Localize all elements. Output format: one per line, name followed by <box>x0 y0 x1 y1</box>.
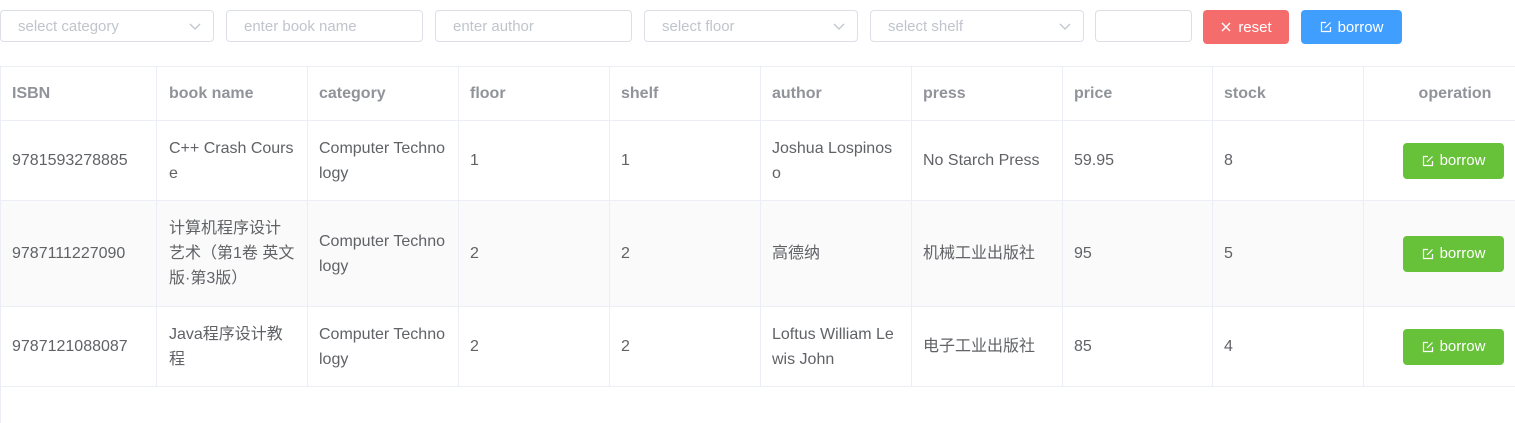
header-author[interactable]: author <box>761 67 912 120</box>
book-name-input[interactable]: enter book name <box>226 10 423 42</box>
cell-press: No Starch Press <box>912 121 1063 200</box>
row-borrow-button[interactable]: borrow <box>1403 142 1504 179</box>
cell-author: Joshua Lospinoso <box>761 121 912 200</box>
cell-stock: 5 <box>1213 201 1364 306</box>
row-borrow-label: borrow <box>1439 338 1486 355</box>
edit-icon <box>1422 155 1433 166</box>
author-input[interactable]: enter author <box>435 10 632 42</box>
cell-press: 机械工业出版社 <box>912 201 1063 306</box>
cell-operation: borrow <box>1364 201 1515 306</box>
cell-author: 高德纳 <box>761 201 912 306</box>
shelf-select[interactable]: select shelf <box>870 10 1084 42</box>
cell-price: 95 <box>1063 201 1213 306</box>
cell-price: 59.95 <box>1063 121 1213 200</box>
cell-shelf: 2 <box>610 201 761 306</box>
table-row: 9781593278885 C++ Crash Course Computer … <box>1 121 1515 201</box>
cell-book-name: Java程序设计教程 <box>157 307 308 386</box>
edit-icon <box>1422 341 1433 352</box>
cell-book-name: C++ Crash Course <box>157 121 308 200</box>
table-row: 9787121088087 Java程序设计教程 Computer Techno… <box>1 307 1515 387</box>
header-stock[interactable]: stock <box>1213 67 1364 120</box>
chevron-down-icon <box>1059 23 1071 30</box>
header-press[interactable]: press <box>912 67 1063 120</box>
table-left-border <box>0 386 1 423</box>
filter-toolbar: select category enter book name enter au… <box>0 0 1515 56</box>
header-category[interactable]: category <box>308 67 459 120</box>
reset-button[interactable]: reset <box>1203 10 1289 44</box>
chevron-down-icon <box>833 23 845 30</box>
reset-button-label: reset <box>1238 18 1272 36</box>
close-icon <box>1221 22 1231 32</box>
borrow-button[interactable]: borrow <box>1301 10 1402 44</box>
cell-shelf: 1 <box>610 121 761 200</box>
cell-price: 85 <box>1063 307 1213 386</box>
header-price[interactable]: price <box>1063 67 1213 120</box>
cell-operation: borrow <box>1364 307 1515 386</box>
cell-stock: 4 <box>1213 307 1364 386</box>
cell-isbn: 9787111227090 <box>1 201 157 306</box>
category-select[interactable]: select category <box>0 10 214 42</box>
cell-press: 电子工业出版社 <box>912 307 1063 386</box>
cell-floor: 2 <box>459 201 610 306</box>
author-input-placeholder: enter author <box>453 17 534 35</box>
chevron-down-icon <box>189 23 201 30</box>
header-floor[interactable]: floor <box>459 67 610 120</box>
row-borrow-button[interactable]: borrow <box>1403 235 1504 272</box>
book-name-input-placeholder: enter book name <box>244 17 357 35</box>
cell-floor: 2 <box>459 307 610 386</box>
cell-author: Loftus William Lewis John <box>761 307 912 386</box>
table-header-row: ISBN book name category floor shelf auth… <box>1 67 1515 121</box>
edit-icon <box>1320 21 1331 33</box>
cell-operation: borrow <box>1364 121 1515 200</box>
cell-category: Computer Technology <box>308 307 459 386</box>
header-shelf[interactable]: shelf <box>610 67 761 120</box>
cell-shelf: 2 <box>610 307 761 386</box>
shelf-select-placeholder: select shelf <box>888 17 964 35</box>
cell-book-name: 计算机程序设计艺术（第1卷 英文版·第3版） <box>157 201 308 306</box>
category-select-placeholder: select category <box>18 17 119 35</box>
cell-isbn: 9781593278885 <box>1 121 157 200</box>
borrow-button-label: borrow <box>1337 18 1384 36</box>
row-borrow-button[interactable]: borrow <box>1403 328 1504 365</box>
floor-select-placeholder: select floor <box>662 17 735 35</box>
floor-select[interactable]: select floor <box>644 10 858 42</box>
header-isbn[interactable]: ISBN <box>1 67 157 120</box>
cell-floor: 1 <box>459 121 610 200</box>
row-borrow-label: borrow <box>1439 152 1486 169</box>
extra-input[interactable] <box>1095 10 1192 42</box>
cell-category: Computer Technology <box>308 201 459 306</box>
row-borrow-label: borrow <box>1439 245 1486 262</box>
cell-stock: 8 <box>1213 121 1364 200</box>
header-operation: operation <box>1418 85 1492 102</box>
table-row: 9787111227090 计算机程序设计艺术（第1卷 英文版·第3版） Com… <box>1 201 1515 307</box>
edit-icon <box>1422 248 1433 259</box>
cell-isbn: 9787121088087 <box>1 307 157 386</box>
cell-category: Computer Technology <box>308 121 459 200</box>
header-book-name[interactable]: book name <box>157 67 308 120</box>
books-table: ISBN book name category floor shelf auth… <box>0 66 1515 387</box>
